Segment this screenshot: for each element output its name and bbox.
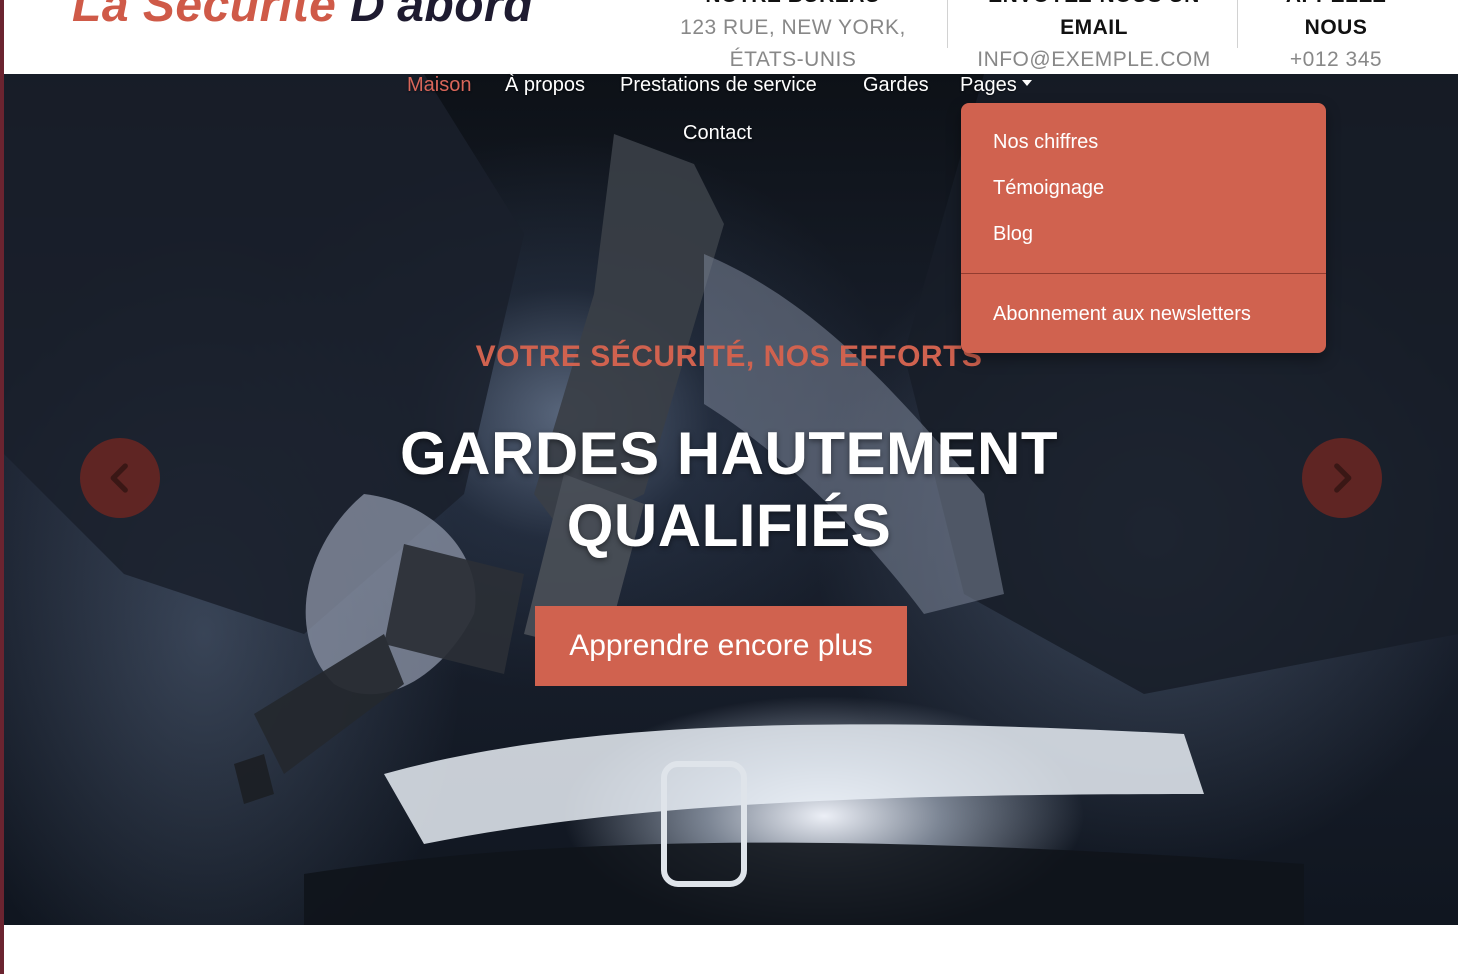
caret-down-icon xyxy=(1021,79,1032,86)
logo-text-part-1: La Sécurité xyxy=(72,0,351,32)
dropdown-divider xyxy=(961,273,1326,274)
page-edge xyxy=(0,0,4,974)
email-title-line-2: email xyxy=(1060,16,1128,39)
office-title: Notre bureau xyxy=(642,0,944,12)
office-address-line-2: États-Unis xyxy=(729,48,857,71)
email-title: Envoyez-nous un xyxy=(950,0,1238,12)
nav-item-contact[interactable]: Contact xyxy=(683,122,752,145)
nav-item-pages[interactable]: Pages xyxy=(960,74,1032,97)
pages-dropdown-menu: Nos chiffres Témoignage Blog Abonnement … xyxy=(961,103,1326,353)
email-info: Envoyez-nous un email info@exemple.com xyxy=(950,0,1238,74)
phone-title: Appelez xyxy=(1240,0,1432,12)
phone-title-line-2: nous xyxy=(1304,16,1368,39)
office-info: Notre bureau 123 Rue, New York, États-Un… xyxy=(642,0,944,74)
nav-item-pages-label: Pages xyxy=(960,74,1017,96)
logo-text-part-2: D'abord xyxy=(350,0,534,32)
office-address-line-1: 123 Rue, New York, xyxy=(680,16,906,39)
nav-item-a-propos[interactable]: À propos xyxy=(505,74,585,97)
dropdown-item-nos-chiffres[interactable]: Nos chiffres xyxy=(993,131,1098,154)
learn-more-button[interactable]: Apprendre encore plus xyxy=(535,606,907,686)
email-value[interactable]: info@exemple.com xyxy=(950,44,1238,74)
nav-item-prestations[interactable]: Prestations de service xyxy=(620,74,817,97)
dropdown-item-temoignage[interactable]: Témoignage xyxy=(993,177,1104,200)
nav-item-maison[interactable]: Maison xyxy=(407,74,471,97)
nav-item-gardes[interactable]: Gardes xyxy=(863,74,929,97)
hero-headline: Gardes hautement qualifiés xyxy=(0,418,1458,562)
top-header: La Sécurité D'abord Notre bureau 123 Rue… xyxy=(0,0,1458,74)
phone-info: Appelez nous +012 345 xyxy=(1240,0,1432,74)
site-logo[interactable]: La Sécurité D'abord xyxy=(72,0,533,33)
hero-headline-line-2: qualifiés xyxy=(566,492,892,559)
hero-headline-line-1: Gardes hautement xyxy=(399,420,1058,487)
phone-value[interactable]: +012 345 xyxy=(1240,44,1432,74)
header-divider xyxy=(1237,0,1238,48)
dropdown-item-blog[interactable]: Blog xyxy=(993,223,1033,246)
header-divider xyxy=(947,0,948,48)
dropdown-item-newsletter[interactable]: Abonnement aux newsletters xyxy=(993,303,1251,326)
